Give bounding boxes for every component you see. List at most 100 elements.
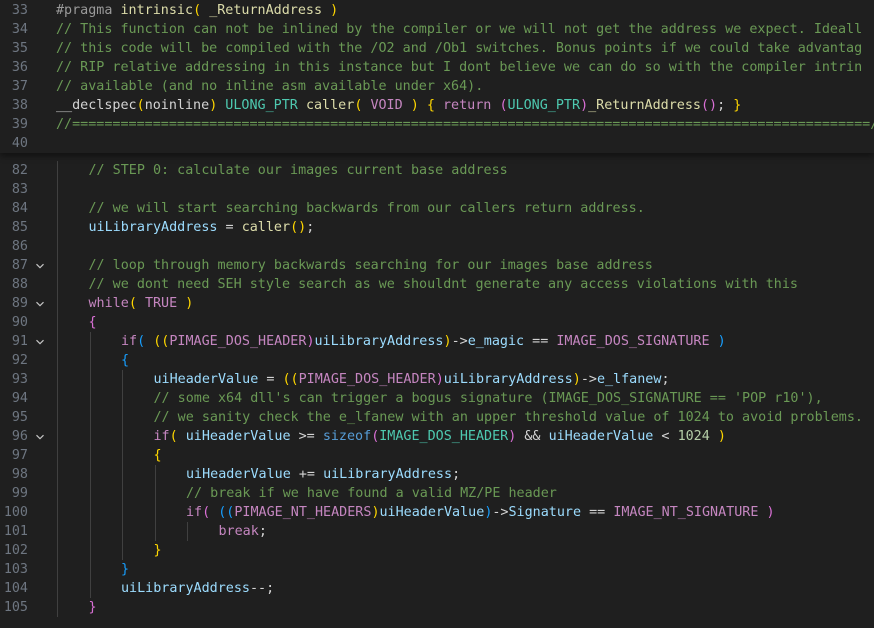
- code-text[interactable]: if( ((PIMAGE_NT_HEADERS)uiHeaderValue)->…: [186, 503, 775, 522]
- code-line[interactable]: 98 uiHeaderValue += uiLibraryAddress;: [0, 465, 874, 484]
- line-number: 86: [11, 239, 28, 254]
- code-token: // some x64 dll's can trigger a bogus si…: [153, 391, 823, 406]
- code-text[interactable]: // break if we have found a valid MZ/PE …: [186, 484, 557, 503]
- code-line[interactable]: 83: [0, 180, 874, 199]
- code-token: if: [153, 429, 170, 444]
- code-text[interactable]: if( ((PIMAGE_DOS_HEADER)uiLibraryAddress…: [121, 332, 726, 351]
- code-token: >=: [290, 429, 323, 444]
- code-line[interactable]: 36 // RIP relative addressing in this ins…: [0, 58, 874, 77]
- code-text[interactable]: }: [154, 541, 162, 560]
- code-line[interactable]: 104 uiLibraryAddress--;: [0, 579, 874, 598]
- code-line[interactable]: 82 // STEP 0: calculate our images curren…: [0, 161, 874, 180]
- code-line[interactable]: 94 // some x64 dll's can trigger a bogus …: [0, 389, 874, 408]
- code-line[interactable]: 86: [0, 237, 874, 256]
- code-line[interactable]: 101 break;: [0, 522, 874, 541]
- code-token: uiHeaderValue: [153, 372, 259, 387]
- code-line[interactable]: 99 // break if we have found a valid MZ/P…: [0, 484, 874, 503]
- indent-guide: [122, 370, 123, 560]
- code-line[interactable]: 89 while( TRUE ): [0, 294, 874, 313]
- code-line[interactable]: 39 //====================================…: [0, 115, 874, 134]
- code-text[interactable]: // this code will be compiled with the /…: [56, 39, 862, 58]
- code-token: ((: [282, 372, 299, 387]
- code-text[interactable]: // we dont need SEH style search as we s…: [89, 275, 798, 294]
- line-number: 92: [11, 353, 28, 368]
- code-token: &&: [516, 429, 549, 444]
- line-number: 99: [11, 486, 28, 501]
- code-text[interactable]: {: [121, 351, 129, 370]
- code-text[interactable]: {: [89, 313, 97, 332]
- code-line[interactable]: 84 // we will start searching backwards f…: [0, 199, 874, 218]
- code-token: IMAGE_DOS_SIGNATURE: [556, 334, 710, 349]
- code-token: }: [121, 562, 130, 577]
- code-line[interactable]: 91 if( ((PIMAGE_DOS_HEADER)uiLibraryAddre…: [0, 332, 874, 351]
- code-token: ((: [218, 505, 235, 520]
- code-line[interactable]: 102}: [0, 541, 874, 560]
- code-text[interactable]: // available (and no inline asm availabl…: [56, 77, 483, 96]
- code-line[interactable]: 90 {: [0, 313, 874, 332]
- code-text[interactable]: // we will start searching backwards fro…: [89, 199, 645, 218]
- code-token: (: [136, 98, 145, 113]
- code-editor[interactable]: 33 #pragma intrinsic( _ReturnAddress ) 34/…: [0, 0, 874, 628]
- code-text[interactable]: }: [121, 560, 129, 579]
- code-line[interactable]: 95 // we sanity check the e_lfanew with a…: [0, 408, 874, 427]
- code-text[interactable]: }: [89, 598, 97, 617]
- code-line[interactable]: 87 // loop through memory backwards searc…: [0, 256, 874, 275]
- code-line[interactable]: 38 __declspec(noinline) ULONG_PTR caller(…: [0, 96, 874, 115]
- line-number: 85: [11, 220, 28, 235]
- code-line[interactable]: 35 // this code will be compiled with the…: [0, 39, 874, 58]
- code-line[interactable]: 40: [0, 134, 874, 153]
- code-token: intrinsic: [120, 3, 194, 18]
- code-text[interactable]: uiLibraryAddress--;: [121, 579, 274, 598]
- code-line[interactable]: 97 {: [0, 446, 874, 465]
- code-token: uiHeaderValue: [548, 429, 654, 444]
- chevron-down-icon[interactable]: [34, 427, 46, 446]
- code-token: ((: [153, 334, 170, 349]
- code-line[interactable]: 93 uiHeaderValue = ((PIMAGE_DOS_HEADER)ui…: [0, 370, 874, 389]
- code-line[interactable]: 100 if( ((PIMAGE_NT_HEADERS)uiHeaderValue…: [0, 503, 874, 522]
- chevron-down-icon[interactable]: [34, 256, 46, 275]
- sticky-scroll-header[interactable]: 33 #pragma intrinsic( _ReturnAddress ) 34/…: [0, 0, 874, 153]
- code-text[interactable]: // STEP 0: calculate our images current …: [89, 161, 508, 180]
- code-token: if: [186, 505, 203, 520]
- line-number: 40: [11, 136, 28, 151]
- line-number: 87: [11, 258, 28, 273]
- code-token: ): [435, 372, 444, 387]
- code-line[interactable]: 96 if( uiHeaderValue >= sizeof(IMAGE_DOS_…: [0, 427, 874, 446]
- code-text[interactable]: uiLibraryAddress = caller();: [89, 218, 315, 237]
- code-text[interactable]: while( TRUE ): [89, 294, 194, 313]
- code-line[interactable]: 85 uiLibraryAddress = caller();: [0, 218, 874, 237]
- code-text[interactable]: __declspec(noinline) ULONG_PTR caller( V…: [56, 96, 741, 115]
- code-token: uiLibraryAddress: [88, 220, 218, 235]
- code-line[interactable]: 88 // we dont need SEH style search as we…: [0, 275, 874, 294]
- code-text[interactable]: // loop through memory backwards searchi…: [89, 256, 653, 275]
- code-line[interactable]: 34 // This function can not be inlined by…: [0, 20, 874, 39]
- line-number: 96: [11, 429, 28, 444]
- code-line[interactable]: 103}: [0, 560, 874, 579]
- code-text[interactable]: // some x64 dll's can trigger a bogus si…: [154, 389, 823, 408]
- code-text[interactable]: {: [154, 446, 162, 465]
- code-token: ): [306, 334, 315, 349]
- code-token: }: [153, 543, 162, 558]
- code-line[interactable]: 33 #pragma intrinsic( _ReturnAddress ): [0, 1, 874, 20]
- code-token: __declspec: [56, 98, 137, 113]
- code-text[interactable]: #pragma intrinsic( _ReturnAddress ): [56, 1, 338, 20]
- code-text[interactable]: if( uiHeaderValue >= sizeof(IMAGE_DOS_HE…: [154, 427, 726, 446]
- code-text[interactable]: // RIP relative addressing in this insta…: [56, 58, 862, 77]
- chevron-down-icon[interactable]: [34, 294, 46, 313]
- code-line[interactable]: 105}: [0, 598, 874, 617]
- code-line[interactable]: 92 {: [0, 351, 874, 370]
- code-token: ULONG_PTR: [507, 98, 581, 113]
- code-token: // RIP relative addressing in this insta…: [56, 60, 863, 75]
- code-text[interactable]: break;: [219, 522, 267, 541]
- chevron-down-icon[interactable]: [34, 332, 46, 351]
- code-text[interactable]: uiHeaderValue = ((PIMAGE_DOS_HEADER)uiLi…: [154, 370, 670, 389]
- code-text[interactable]: // we sanity check the e_lfanew with an …: [154, 408, 863, 427]
- code-text[interactable]: //======================================…: [56, 115, 874, 134]
- code-token: (): [701, 98, 718, 113]
- code-text[interactable]: uiHeaderValue += uiLibraryAddress;: [186, 465, 460, 484]
- code-token: IMAGE_DOS_HEADER: [379, 429, 509, 444]
- code-token: (: [193, 3, 210, 18]
- code-text[interactable]: // This function can not be inlined by t…: [56, 20, 862, 39]
- code-line[interactable]: 37 // available (and no inline asm availa…: [0, 77, 874, 96]
- code-token: ): [709, 429, 726, 444]
